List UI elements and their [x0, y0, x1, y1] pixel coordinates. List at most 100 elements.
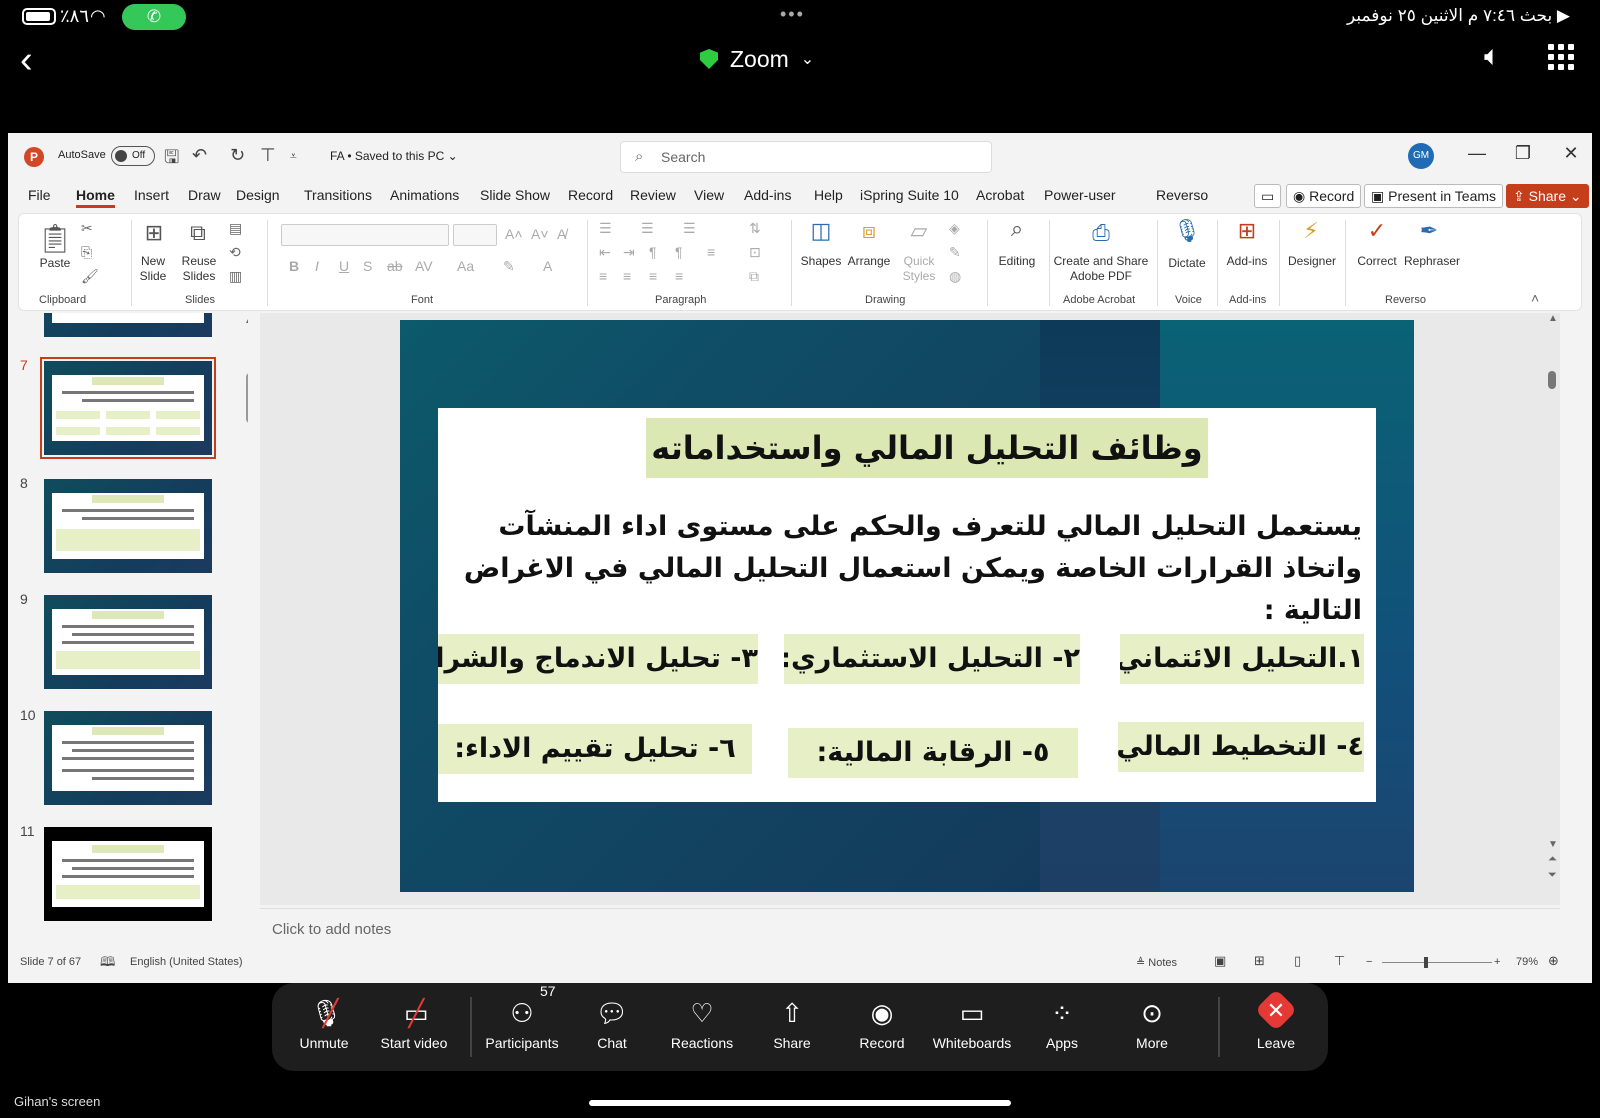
increase-indent-icon[interactable]: ⇥	[623, 244, 635, 261]
leave-button[interactable]: ✕ Leave	[1232, 983, 1320, 1071]
slide-thumbnail-10[interactable]	[44, 711, 212, 805]
undo-icon[interactable]: ↶	[192, 145, 207, 166]
section-icon[interactable]: ▥	[229, 268, 242, 285]
font-color-icon[interactable]: A	[543, 258, 552, 274]
close-icon[interactable]: ✕	[1556, 143, 1586, 164]
shapes-icon[interactable]: ◫	[801, 218, 841, 244]
tab-view[interactable]: View	[694, 187, 724, 203]
underline-icon[interactable]: U	[339, 258, 349, 274]
search-input[interactable]: ⌕ Search	[620, 141, 992, 173]
accessibility-icon[interactable]: 🕮︎	[100, 953, 115, 975]
tab-draw[interactable]: Draw	[188, 187, 221, 203]
smartart-icon[interactable]: ⧉	[749, 268, 759, 285]
tab-add-ins[interactable]: Add-ins	[744, 187, 791, 203]
save-icon[interactable]: 🖫	[164, 145, 179, 175]
unmute-button[interactable]: 🎙︎╱ Unmute	[280, 983, 368, 1071]
scroll-up-icon[interactable]: ▲	[1548, 313, 1558, 324]
zoom-percent[interactable]: 79%	[1516, 956, 1538, 968]
redo-icon[interactable]: ↻	[230, 145, 245, 166]
justify-icon[interactable]: ≡	[675, 268, 683, 284]
cut-icon[interactable]: ✂	[81, 220, 93, 237]
share-screen-button[interactable]: ⇧ Share	[748, 983, 836, 1071]
slide-thumbnail[interactable]	[44, 313, 212, 337]
share-button[interactable]: ⇪ Share ⌄	[1506, 184, 1589, 208]
editing-icon[interactable]: ⌕	[995, 216, 1039, 242]
present-in-teams-button[interactable]: ▣ Present in Teams	[1364, 184, 1504, 208]
align-left-icon[interactable]: ≡	[599, 268, 607, 284]
align-right-icon[interactable]: ≡	[649, 268, 657, 284]
microphone-icon[interactable]: 🎙︎	[1167, 218, 1207, 244]
italic-icon[interactable]: I	[315, 258, 319, 274]
columns-icon[interactable]: ≡	[707, 244, 715, 260]
avatar[interactable]: GM	[1408, 143, 1434, 169]
present-from-start-icon[interactable]: ⊤	[260, 145, 276, 166]
notes-toggle[interactable]: ≜ Notes	[1136, 956, 1177, 969]
char-spacing-icon[interactable]: AV	[415, 258, 433, 274]
text-direction-icon[interactable]: ⇅	[749, 220, 761, 237]
slide-thumbnail-11[interactable]	[44, 827, 212, 921]
record-meeting-button[interactable]: ◉ Record	[838, 983, 926, 1071]
tab-home[interactable]: Home	[76, 187, 115, 208]
collapse-ribbon-icon[interactable]: ˄	[1531, 290, 1539, 306]
clear-format-icon[interactable]: A̸	[557, 226, 566, 242]
scroll-up-icon[interactable]: ▲	[244, 315, 248, 326]
shape-outline-icon[interactable]: ✎	[949, 244, 961, 261]
bold-icon[interactable]: B	[289, 258, 299, 274]
shadow-icon[interactable]: S	[363, 258, 372, 274]
tab-transitions[interactable]: Transitions	[304, 187, 372, 203]
start-video-button[interactable]: ▭╱ Start video	[370, 983, 458, 1071]
shape-fill-icon[interactable]: ◈	[949, 220, 960, 237]
correct-icon[interactable]: ✓	[1357, 218, 1397, 244]
normal-view-icon[interactable]: ▣	[1214, 953, 1226, 969]
reactions-button[interactable]: ♡ Reactions	[658, 983, 746, 1071]
fit-to-window-icon[interactable]: ⊕	[1548, 953, 1559, 969]
bullets-icon[interactable]: ☰	[599, 220, 612, 237]
comments-icon[interactable]: ▭	[1254, 184, 1282, 208]
document-name[interactable]: FA • Saved to this PC ⌄	[330, 149, 458, 163]
chat-button[interactable]: 💬︎ Chat	[568, 983, 656, 1071]
paste-icon[interactable]: 📋︎	[35, 222, 75, 255]
zoom-out-icon[interactable]: −	[1366, 956, 1372, 968]
slide-thumbnail-7[interactable]	[40, 357, 216, 459]
adobe-pdf-icon[interactable]: ⎙	[1081, 220, 1121, 246]
change-case-icon[interactable]: Aa	[457, 258, 474, 274]
call-indicator[interactable]: ✆	[122, 4, 186, 30]
tab-slide-show[interactable]: Slide Show	[480, 187, 550, 203]
layout-icon[interactable]: ▤	[229, 220, 242, 237]
tab-acrobat[interactable]: Acrobat	[976, 187, 1024, 203]
strikethrough-icon[interactable]: ab	[387, 258, 403, 274]
tab-reverso[interactable]: Reverso	[1156, 187, 1208, 203]
designer-icon[interactable]: ⚡︎	[1291, 218, 1331, 244]
tab-review[interactable]: Review	[630, 187, 676, 203]
slide-thumbnail-9[interactable]	[44, 595, 212, 689]
new-slide-icon[interactable]: ⊞	[137, 220, 171, 246]
zoom-slider[interactable]	[1382, 962, 1492, 963]
current-slide[interactable]: وظائف التحليل المالي واستخداماته يستعمل …	[400, 320, 1414, 892]
home-indicator[interactable]	[589, 1100, 1011, 1106]
scroll-down-icon[interactable]: ▼	[1548, 839, 1558, 850]
reuse-slides-icon[interactable]: ⧉	[181, 220, 215, 246]
prev-slide-icon[interactable]: ⏶	[1548, 853, 1557, 866]
apps-grid-icon[interactable]	[1548, 44, 1574, 70]
tab-record[interactable]: Record	[568, 187, 613, 203]
apps-button[interactable]: ⁘ Apps	[1018, 983, 1106, 1071]
slide-thumbnail-8[interactable]	[44, 479, 212, 573]
format-painter-icon[interactable]: 🖌︎	[81, 268, 99, 285]
participants-button[interactable]: ⚇ 57 Participants	[478, 983, 566, 1071]
notes-pane[interactable]: Click to add notes	[260, 908, 1560, 948]
decrease-indent-icon[interactable]: ⇤	[599, 244, 611, 261]
speaker-icon[interactable]: 🔈︎	[1484, 40, 1501, 73]
whiteboards-button[interactable]: ▭ Whiteboards	[928, 983, 1016, 1071]
back-button[interactable]: ‹	[20, 40, 50, 80]
align-text-icon[interactable]: ⊡	[749, 244, 761, 261]
font-name-select[interactable]	[281, 224, 449, 246]
record-button[interactable]: ◉ Record	[1286, 184, 1362, 208]
ltr-icon[interactable]: ¶	[675, 244, 683, 260]
tab-ispring[interactable]: iSpring Suite 10	[860, 187, 959, 203]
reading-view-icon[interactable]: ▯	[1294, 953, 1301, 969]
zoom-title-button[interactable]: Zoom ⌄	[700, 42, 814, 76]
increase-font-icon[interactable]: A˄	[505, 226, 523, 242]
shape-effects-icon[interactable]: ◍	[949, 268, 961, 285]
line-spacing-icon[interactable]: ☰	[683, 220, 696, 237]
arrange-icon[interactable]: ⧈	[849, 218, 889, 244]
